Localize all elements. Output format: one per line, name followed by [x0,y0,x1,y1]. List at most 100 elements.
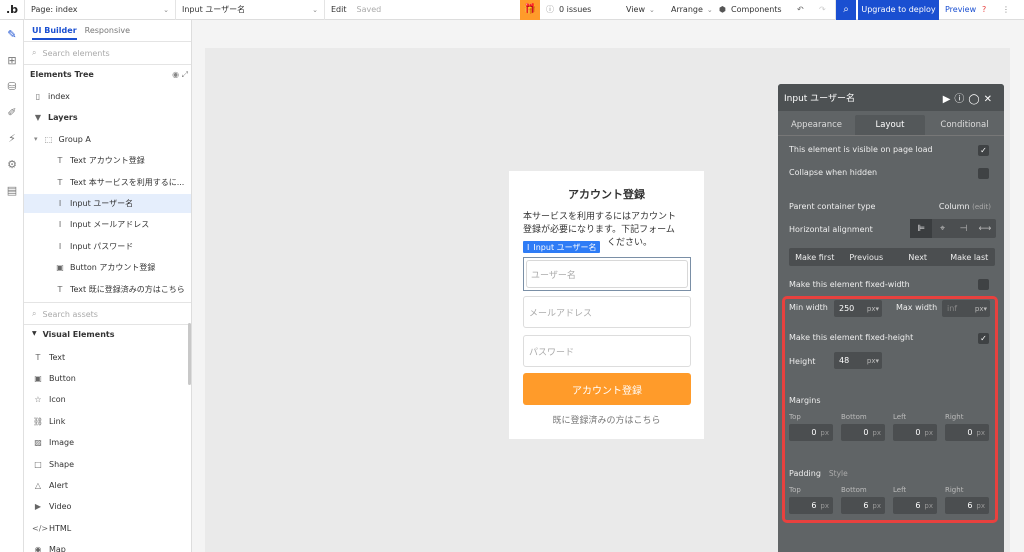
min-width-field[interactable]: 250 px▾ [834,300,882,317]
upgrade-button[interactable]: Upgrade to deploy [858,0,939,20]
tree-item[interactable]: T Text 本サービスを利用するに... [24,173,191,192]
margin-right-field[interactable]: 0 px [945,424,989,441]
height-field[interactable]: 48 px▾ [834,352,882,369]
tree-item[interactable]: ▾ ⬚ Group A [24,130,191,149]
bubble-logo[interactable]: .b [0,0,24,20]
tree-item[interactable]: T Text アカウント登録 [24,151,191,170]
tree-item[interactable]: I Input パスワード [24,237,191,256]
tree-item[interactable]: T Text 既に登録済みの方はこちら [24,280,191,299]
padding-left-field[interactable]: 6 px [893,497,937,514]
align-stretch-icon[interactable]: ⟷ [974,219,996,238]
redo-icon[interactable]: ↷ [813,0,835,20]
visual-element-item[interactable]: ☆ Icon [32,393,65,407]
page-selector[interactable]: Page: index ⌄ [25,0,175,20]
tree-item[interactable]: I Input ユーザー名 [24,194,191,213]
search-assets-placeholder: Search assets [42,309,98,319]
tab-appearance[interactable]: Appearance [778,115,855,135]
more-icon[interactable]: ⋮ [1002,0,1018,20]
tree-item[interactable]: ▯ index [24,87,191,106]
unit-dropdown[interactable]: px▾ [975,305,987,313]
unit-dropdown[interactable]: px▾ [867,305,879,313]
play-icon[interactable]: ▶ [943,94,955,105]
visual-element-item[interactable]: T Text [32,350,66,364]
margin-left-field[interactable]: 0 px [893,424,937,441]
visual-element-item[interactable]: ▣ Button [32,371,76,385]
visual-element-item[interactable]: □ Shape [32,457,74,471]
edit-label[interactable]: Edit [331,5,347,14]
collapse-hidden-checkbox[interactable] [978,168,989,179]
signup-submit-button[interactable]: アカウント登録 [523,373,691,405]
help-icon[interactable]: ? [982,0,1002,20]
tree-item[interactable]: ▼ Layers [24,108,191,127]
make-last-button[interactable]: Make last [944,248,996,266]
settings-icon[interactable]: ⚙ [4,156,20,172]
parent-type-value-wrap[interactable]: Column (edit) [939,202,991,211]
plugins-icon[interactable]: ⚡ [4,130,20,146]
visual-element-item[interactable]: ▶ Video [32,500,72,514]
styles-icon[interactable]: ✐ [4,104,20,120]
visual-element-item[interactable]: △ Alert [32,478,68,492]
fixed-height-checkbox[interactable]: ✓ [978,333,989,344]
fixed-width-checkbox[interactable] [978,279,989,290]
previous-button[interactable]: Previous [841,248,893,266]
style-link[interactable]: Style [829,469,848,478]
make-first-button[interactable]: Make first [789,248,841,266]
visible-on-load-checkbox[interactable]: ✓ [978,145,989,156]
username-input-selected[interactable]: ユーザー名 [523,257,691,291]
username-input[interactable]: ユーザー名 [526,260,688,288]
visual-element-item[interactable]: ⛓ Link [32,414,65,428]
comment-icon[interactable]: ◯ [968,94,983,105]
search-assets-field[interactable]: ⌕ Search assets [32,307,182,321]
close-icon[interactable]: ✕ [984,94,996,105]
align-left-icon[interactable]: ⊫ [910,219,932,238]
element-selector[interactable]: Input ユーザー名 ⌄ [176,0,324,20]
arrange-menu[interactable]: Arrange ⌄ [665,0,713,20]
info-icon[interactable]: ⓘ [954,94,968,105]
visual-element-item[interactable]: </> HTML [32,521,71,535]
search-elements-field[interactable]: ⌕ Search elements [32,46,182,60]
eye-icon[interactable]: ◉ ⤢ [172,70,188,80]
visual-element-item[interactable]: ▨ Image [32,436,74,450]
login-link[interactable]: 既に登録済みの方はこちら [509,413,704,426]
issues-indicator[interactable]: ⓘ 0 issues [540,0,620,20]
caret-down-icon[interactable]: ▾ [34,135,38,143]
unit-dropdown[interactable]: px▾ [867,357,879,365]
search-icon[interactable]: ⌕ [836,0,856,20]
tab-layout[interactable]: Layout [855,115,925,135]
visual-element-item[interactable]: ◉ Map [32,543,66,552]
tree-item[interactable]: ▣ Button アカウント登録 [24,258,191,277]
align-right-icon[interactable]: ⊣ [953,219,974,238]
undo-icon[interactable]: ↶ [791,0,813,20]
preview-button[interactable]: Preview [939,0,982,20]
tree-item[interactable]: I Input メールアドレス [24,215,191,234]
tab-ui-builder[interactable]: UI Builder [32,26,77,40]
scrollbar[interactable] [188,323,191,385]
components-button[interactable]: ⬢ Components [713,0,791,20]
max-width-field[interactable]: inf px▾ [942,300,990,317]
password-input[interactable]: パスワード [523,335,691,367]
tab-responsive[interactable]: Responsive [85,26,130,40]
data-icon[interactable]: ⛁ [4,78,20,94]
gift-icon[interactable]: 🎁 [520,0,540,20]
logs-icon[interactable]: ▤ [4,182,20,198]
padding-top-field[interactable]: 6 px [789,497,833,514]
next-button[interactable]: Next [892,248,944,266]
email-input[interactable]: メールアドレス [523,296,691,328]
workflow-icon[interactable]: ⊞ [4,52,20,68]
align-center-icon[interactable]: ⌖ [932,219,953,238]
padding-right-field[interactable]: 6 px [945,497,989,514]
elements-tree-title: Elements Tree [30,70,94,79]
margin-top-field[interactable]: 0 px [789,424,833,441]
tab-conditional[interactable]: Conditional [925,115,1004,135]
padding-bottom-field[interactable]: 6 px [841,497,885,514]
visual-elements-header[interactable]: ▼ Visual Elements [32,330,114,339]
margin-bottom-field[interactable]: 0 px [841,424,885,441]
design-tab-icon[interactable]: ✎ [4,26,20,42]
view-menu[interactable]: View ⌄ [620,0,665,20]
signup-form-group[interactable]: アカウント登録 本サービスを利用するにはアカウント 登録が必要になります。下記フ… [509,171,704,439]
unit-label: px [820,501,829,510]
tree-item-label: Text 既に登録済みの方はこちら [70,284,185,294]
parent-type-edit[interactable]: (edit) [972,203,991,211]
property-editor-header[interactable]: Input ユーザー名 ▶ⓘ◯✕ [778,84,1004,111]
form-title[interactable]: アカウント登録 [509,186,704,202]
